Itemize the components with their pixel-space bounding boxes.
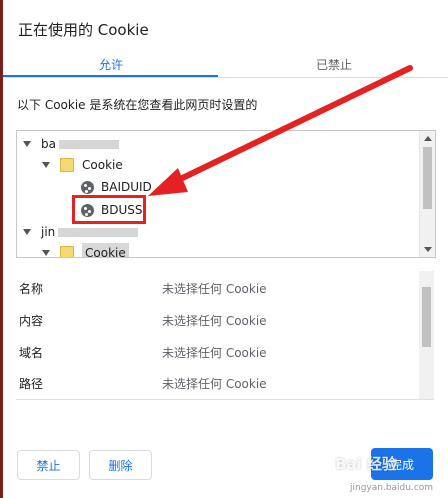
annotation-arrow-icon: [148, 65, 413, 196]
watermark-url: jingyan.baidu.com: [350, 483, 434, 493]
watermark-logo: Bai 经验: [335, 455, 397, 473]
